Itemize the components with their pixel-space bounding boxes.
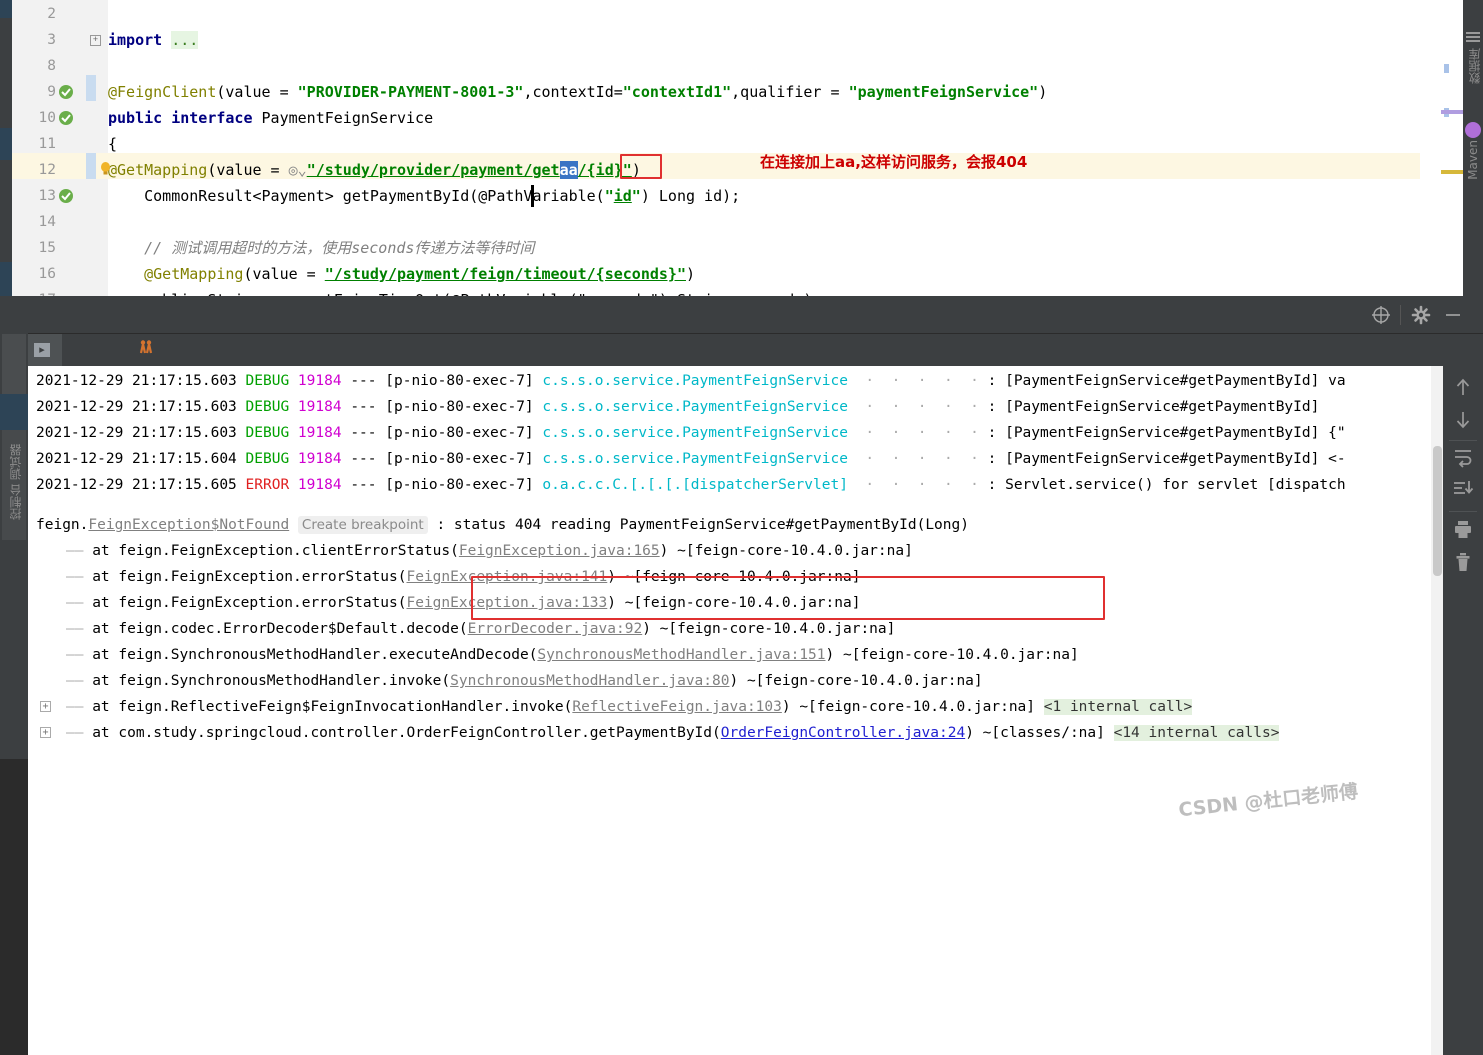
console-scrollbar-thumb[interactable] (1433, 446, 1442, 576)
console-exception-line[interactable]: feign.FeignException$NotFound Create bre… (36, 512, 969, 538)
editor-line-number[interactable]: 15 (12, 235, 56, 261)
code-editor-pane[interactable]: 2 3 import ... 8 9 @FeignClient(value = "PROV… (0, 0, 1483, 296)
console-output[interactable]: 2021-12-29 21:17:15.603 DEBUG 19184 --- … (28, 366, 1443, 1055)
intention-bulb-icon[interactable] (100, 162, 111, 177)
editor-code-line[interactable]: @GetMapping(value = "/study/payment/feig… (108, 261, 695, 287)
create-breakpoint-badge: Create breakpoint (297, 516, 428, 534)
leftbar-label-console[interactable]: 控制台 (7, 484, 24, 520)
stripe-mark (1441, 110, 1463, 114)
editor-line-number[interactable]: 12 (12, 157, 56, 183)
editor-line-number[interactable]: 14 (12, 209, 56, 235)
stack-fold-toggle[interactable]: + (40, 701, 51, 712)
editor-code-line[interactable]: import ... (108, 27, 199, 53)
leftbar-selected-block[interactable] (0, 394, 28, 430)
arrow-down-icon[interactable] (1452, 409, 1474, 431)
tool-window-header (0, 296, 1483, 334)
editor-code-line[interactable]: public interface PaymentFeignService (108, 105, 433, 131)
soft-wrap-icon[interactable] (1452, 446, 1474, 468)
console-stack-line[interactable]: —— at com.study.springcloud.controller.O… (66, 720, 1280, 746)
editor-marker (0, 128, 12, 160)
console-stack-line[interactable]: —— at feign.SynchronousMethodHandler.exe… (66, 642, 1079, 668)
toolbar-divider (1449, 511, 1477, 512)
exception-message-highlight-box (471, 576, 1105, 620)
editor-code-line[interactable]: CommonResult<Payment> getPaymentById(@Pa… (108, 183, 740, 209)
right-tool-sidebar[interactable]: 数据库 Maven (1463, 0, 1483, 296)
minimize-icon[interactable] (1442, 304, 1464, 326)
divider (1400, 305, 1401, 325)
editor-code-line[interactable]: public String paymentFeignTimeOut(@PathV… (108, 287, 821, 296)
stripe-mark (1444, 64, 1449, 73)
scroll-to-end-icon[interactable] (1452, 479, 1474, 501)
editor-line-number[interactable]: 17 (12, 287, 56, 296)
endpoints-icon (138, 334, 156, 366)
watermark: CSDN @杜口老师傅 (1177, 780, 1360, 822)
console-log-line[interactable]: 2021-12-29 21:17:15.603 DEBUG 19184 --- … (36, 394, 1319, 420)
editor-code-line[interactable]: // 测试调用超时的方法，使用seconds传递方法等待时间 (108, 235, 534, 261)
console-log-line[interactable]: 2021-12-29 21:17:15.604 DEBUG 19184 --- … (36, 446, 1346, 472)
editor-marker (0, 0, 12, 18)
console-log-line[interactable]: 2021-12-29 21:17:15.603 DEBUG 19184 --- … (36, 420, 1346, 446)
console-stack-line[interactable]: —— at feign.FeignException.clientErrorSt… (66, 538, 913, 564)
console-stack-line[interactable]: —— at feign.ReflectiveFeign$FeignInvocat… (66, 694, 1193, 720)
editor-line-number[interactable]: 10 (12, 105, 56, 131)
leftbar-block (2, 334, 26, 394)
arrow-up-icon[interactable] (1452, 376, 1474, 398)
editor-annotation-note: 在连接加上aa,这样访问服务，会报404 (760, 153, 1028, 171)
console-log-line[interactable]: 2021-12-29 21:17:15.603 DEBUG 19184 --- … (36, 368, 1346, 394)
editor-code-line[interactable]: { (108, 131, 117, 157)
console-toolbar[interactable] (1443, 366, 1483, 1055)
console-icon: ▸ (34, 343, 50, 357)
editor-line-number[interactable]: 16 (12, 261, 56, 287)
console-log-line[interactable]: 2021-12-29 21:17:15.605 ERROR 19184 --- … (36, 472, 1346, 498)
fold-marker[interactable]: + (90, 35, 101, 46)
change-marker-bar (86, 153, 96, 179)
tool-window-left-bar[interactable]: 调试器 控制台 (0, 334, 28, 759)
gutter-implementation-icon[interactable] (58, 110, 74, 126)
editor-line-number[interactable]: 13 (12, 183, 56, 209)
text-caret (531, 185, 534, 207)
editor-line-number[interactable]: 9 (12, 79, 56, 105)
console-scrollbar-track[interactable] (1431, 366, 1443, 1055)
print-icon[interactable] (1452, 518, 1474, 540)
selected-text: aa (559, 161, 578, 179)
trash-icon[interactable] (1452, 551, 1474, 573)
editor-left-strip (0, 0, 12, 296)
change-marker-bar (86, 75, 96, 101)
toolbar-divider (1449, 440, 1477, 441)
editor-line-number[interactable]: 2 (12, 1, 56, 27)
selection-highlight-box (620, 154, 662, 179)
tab-endpoints[interactable]: 端点 (132, 334, 168, 422)
editor-line-number[interactable]: 11 (12, 131, 56, 157)
settings-gear-icon[interactable] (1410, 304, 1432, 326)
editor-marker (0, 262, 12, 296)
console-stack-line[interactable]: —— at feign.SynchronousMethodHandler.inv… (66, 668, 983, 694)
editor-code-line-12[interactable]: @GetMapping(value = ◎⌄"/study/provider/p… (108, 157, 641, 183)
sidebar-label-database[interactable]: 数据库 (1466, 48, 1483, 84)
tab-console[interactable]: ▸控制台 (28, 334, 62, 454)
gutter-implementation-icon[interactable] (58, 84, 74, 100)
editor-line-number[interactable]: 3 (12, 27, 56, 53)
target-icon[interactable] (1370, 304, 1392, 326)
editor-code-line[interactable]: @FeignClient(value = "PROVIDER-PAYMENT-8… (108, 79, 1047, 105)
stack-fold-toggle[interactable]: + (40, 727, 51, 738)
gutter-implementation-icon[interactable] (58, 188, 74, 204)
header-divider (28, 333, 1483, 334)
maven-icon[interactable] (1465, 122, 1481, 138)
leftbar-label-debugger[interactable]: 调试器 (7, 444, 24, 480)
editor-line-number[interactable]: 8 (12, 53, 56, 79)
tool-window-pane: ▸控制台 端点 调试器 控制台 2021-12-29 21:17:15.603 … (0, 296, 1483, 1055)
editor-error-stripe[interactable] (1441, 0, 1463, 296)
sidebar-label-maven[interactable]: Maven (1466, 140, 1480, 180)
stripe-mark (1441, 170, 1463, 174)
